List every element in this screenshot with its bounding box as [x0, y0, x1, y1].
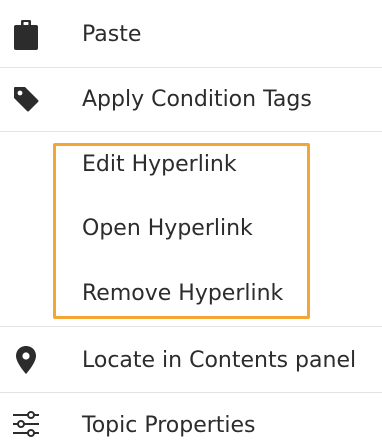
menu-item-open-hyperlink[interactable]: Open Hyperlink [0, 204, 382, 260]
sliders-icon [12, 410, 40, 438]
menu-item-label: Topic Properties [82, 413, 256, 438]
menu-item-topic-properties[interactable]: Topic Properties [0, 398, 382, 440]
clipboard-icon [12, 18, 40, 52]
menu-item-label: Open Hyperlink [82, 216, 253, 241]
menu-item-locate-in-contents-panel[interactable]: Locate in Contents panel [0, 333, 382, 389]
menu-item-remove-hyperlink[interactable]: Remove Hyperlink [0, 266, 382, 318]
menu-item-edit-hyperlink[interactable]: Edit Hyperlink [0, 146, 382, 198]
divider [0, 131, 382, 132]
context-menu: Paste Apply Condition Tags Edit Hyperlin… [0, 0, 382, 440]
menu-item-label: Edit Hyperlink [82, 152, 237, 177]
divider [0, 67, 382, 68]
menu-item-label: Apply Condition Tags [82, 87, 312, 112]
menu-item-paste[interactable]: Paste [0, 10, 382, 60]
tag-icon [12, 82, 40, 116]
divider [0, 392, 382, 393]
menu-item-label: Paste [82, 22, 142, 47]
menu-item-label: Remove Hyperlink [82, 281, 284, 306]
menu-item-apply-condition-tags[interactable]: Apply Condition Tags [0, 72, 382, 128]
location-pin-icon [12, 343, 40, 377]
divider [0, 326, 382, 327]
menu-item-label: Locate in Contents panel [82, 348, 357, 373]
